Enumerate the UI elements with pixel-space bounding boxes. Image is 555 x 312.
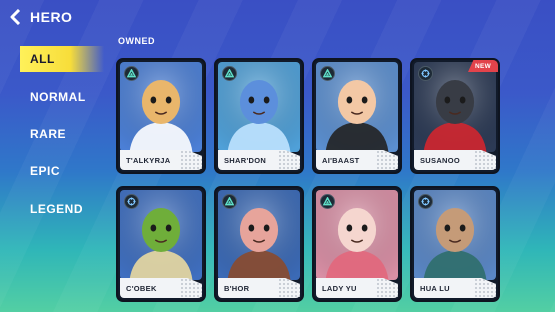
hero-name: B'HOR <box>224 283 250 293</box>
section-label-owned: OWNED <box>118 36 155 46</box>
hero-name: LADY YU <box>322 283 357 293</box>
hero-name: C'OBEK <box>126 283 157 293</box>
support-crosshair-icon <box>418 194 433 209</box>
hero-card[interactable]: B'HOR <box>214 186 304 302</box>
hero-nameplate: B'HOR <box>218 278 300 298</box>
tank-triangle-icon <box>222 66 237 81</box>
hero-nameplate: AI'BAAST <box>316 150 398 170</box>
filter-tab-rare[interactable]: RARE <box>20 121 104 147</box>
support-crosshair-icon <box>124 194 139 209</box>
hero-grid: T'ALKYRJA SHAR'DON AI'BAAST NEW SUSANOO C'OBE… <box>114 56 504 306</box>
hero-card[interactable]: LADY YU <box>312 186 402 302</box>
filter-tab-label: ALL <box>30 52 55 66</box>
filter-tab-label: NORMAL <box>30 90 86 104</box>
filter-tab-label: LEGEND <box>30 202 84 216</box>
hero-nameplate: T'ALKYRJA <box>120 150 202 170</box>
filter-tab-label: RARE <box>30 127 67 141</box>
hero-name: HUA LU <box>420 283 450 293</box>
tank-triangle-icon <box>320 66 335 81</box>
tank-triangle-icon <box>320 194 335 209</box>
hero-card[interactable]: C'OBEK <box>116 186 206 302</box>
tank-triangle-icon <box>124 66 139 81</box>
hero-card[interactable]: SHAR'DON <box>214 58 304 174</box>
hero-nameplate: HUA LU <box>414 278 496 298</box>
tank-triangle-icon <box>222 194 237 209</box>
hero-nameplate: SUSANOO <box>414 150 496 170</box>
hero-name: AI'BAAST <box>322 155 360 165</box>
filter-tab-label: EPIC <box>30 164 61 178</box>
hero-card[interactable]: T'ALKYRJA <box>116 58 206 174</box>
top-bar: HERO <box>0 0 555 34</box>
filter-tab-all[interactable]: ALL <box>20 46 104 72</box>
hero-name: SUSANOO <box>420 155 461 165</box>
back-arrow-icon[interactable] <box>6 7 26 27</box>
filter-tab-legend[interactable]: LEGEND <box>20 196 104 222</box>
filter-tab-epic[interactable]: EPIC <box>20 158 104 184</box>
hero-name: T'ALKYRJA <box>126 155 171 165</box>
support-crosshair-icon <box>418 66 433 81</box>
hero-nameplate: SHAR'DON <box>218 150 300 170</box>
hero-nameplate: LADY YU <box>316 278 398 298</box>
hero-card[interactable]: NEW SUSANOO <box>410 58 500 174</box>
hero-name: SHAR'DON <box>224 155 267 165</box>
page-title: HERO <box>30 9 73 25</box>
hero-card[interactable]: AI'BAAST <box>312 58 402 174</box>
filter-tab-normal[interactable]: NORMAL <box>20 84 104 110</box>
hero-card[interactable]: HUA LU <box>410 186 500 302</box>
hero-nameplate: C'OBEK <box>120 278 202 298</box>
